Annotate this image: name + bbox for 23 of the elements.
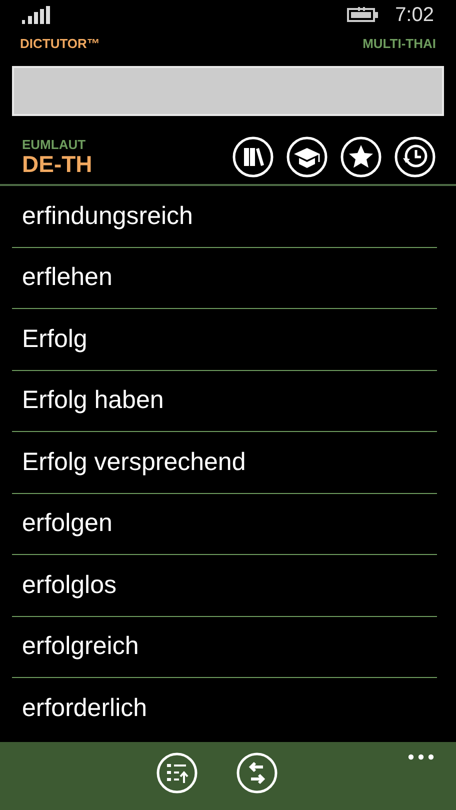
swap-arrows-icon[interactable] <box>236 752 278 794</box>
dictionary-subtitle: EUMLAUT <box>22 136 87 152</box>
word-entry[interactable]: erfindungsreich <box>22 202 193 231</box>
word-entry[interactable]: erfolglos <box>22 570 116 600</box>
search-field[interactable] <box>12 66 444 116</box>
word-entry[interactable]: erfolgreich <box>22 632 139 662</box>
word-entry[interactable]: erflehen <box>22 263 112 292</box>
word-entry[interactable]: erforderlich <box>22 694 148 724</box>
sort-list-icon[interactable] <box>156 752 198 794</box>
graduation-cap-icon[interactable] <box>286 136 328 178</box>
clock-time: 7:02 <box>395 4 434 26</box>
more-icon[interactable] <box>408 754 434 760</box>
word-entry[interactable]: Erfolg haben <box>22 386 164 416</box>
battery-charging-icon <box>347 7 380 23</box>
word-entry[interactable]: Erfolg <box>22 324 88 354</box>
history-icon[interactable] <box>394 136 436 178</box>
books-icon[interactable] <box>232 136 274 178</box>
app-name: DICTUTOR™ <box>20 36 100 53</box>
edition-label: MULTI-THAI <box>362 36 436 53</box>
word-entry[interactable]: erfolgen <box>22 509 112 538</box>
language-pair: DE-TH <box>22 152 92 178</box>
signal-icon <box>22 6 50 24</box>
word-entry[interactable]: Erfolg versprechend <box>22 448 246 477</box>
